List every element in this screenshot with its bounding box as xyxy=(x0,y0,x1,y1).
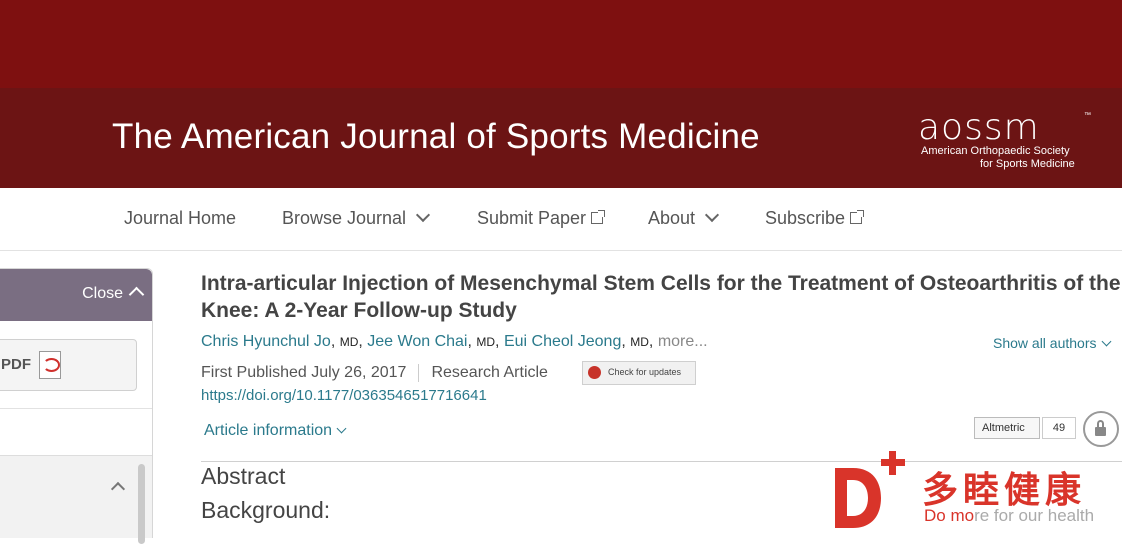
crossmark-icon xyxy=(588,366,601,379)
pdf-label: PDF xyxy=(1,356,31,373)
doi-link[interactable]: https://doi.org/10.1177/0363546517716641 xyxy=(201,387,487,404)
show-all-authors-label: Show all authors xyxy=(993,335,1097,351)
nav-browse-journal[interactable]: Browse Journal xyxy=(282,207,431,229)
sidebar-scrollbar[interactable] xyxy=(138,464,145,544)
author-degree: MD xyxy=(476,335,496,349)
watermark-english-highlight: Do mo xyxy=(924,506,975,525)
publication-meta: First Published July 26, 2017 Research Ar… xyxy=(201,364,548,382)
watermark-d-logo-icon xyxy=(835,468,881,528)
author-separator: , xyxy=(648,333,658,350)
check-for-updates-label: Check for updates xyxy=(608,367,682,377)
altmetric-score[interactable]: 49 xyxy=(1042,417,1076,439)
nav-subscribe-label: Subscribe xyxy=(765,208,846,228)
meta-divider xyxy=(418,364,420,382)
collapse-chevron-up-icon[interactable] xyxy=(110,481,126,497)
nav-about[interactable]: About xyxy=(648,207,720,229)
pdf-download-button[interactable]: PDF xyxy=(0,339,137,391)
chevron-down-icon xyxy=(415,207,431,223)
author-separator: , xyxy=(358,333,368,350)
article-type: Research Article xyxy=(431,364,548,382)
logo-subtitle-line1: American Orthopaedic Society xyxy=(921,145,1070,157)
author-list: Chris Hyunchul Jo, MD, Jee Won Chai, MD,… xyxy=(201,333,708,351)
watermark-plus-icon xyxy=(889,451,896,475)
author-link[interactable]: Eui Cheol Jeong xyxy=(504,333,621,350)
check-for-updates-button[interactable]: Check for updates xyxy=(582,361,696,385)
more-authors-link[interactable]: more... xyxy=(658,333,708,350)
chevron-up-icon xyxy=(128,286,145,303)
first-published: First Published July 26, 2017 xyxy=(201,364,407,382)
abstract-heading: Abstract xyxy=(201,463,286,489)
sidebar-section xyxy=(0,455,152,544)
author-degree: MD xyxy=(630,335,649,349)
close-label: Close xyxy=(82,285,123,302)
external-link-icon xyxy=(591,210,606,224)
chevron-down-icon xyxy=(336,423,347,434)
chevron-down-icon xyxy=(1101,336,1111,347)
nav-browse-journal-label: Browse Journal xyxy=(282,208,407,228)
watermark-english-text: Do more for our health xyxy=(924,506,1094,526)
nav-journal-home[interactable]: Journal Home xyxy=(124,208,236,229)
nav-submit-paper[interactable]: Submit Paper xyxy=(477,208,606,229)
main-nav: Journal Home Browse Journal Submit Paper… xyxy=(0,188,1122,251)
altmetric-label: Altmetric xyxy=(982,422,1025,434)
article-information-toggle[interactable]: Article information xyxy=(204,422,347,440)
author-link[interactable]: Jee Won Chai xyxy=(367,333,467,350)
altmetric-badge[interactable]: Altmetric xyxy=(974,417,1040,439)
lock-icon[interactable] xyxy=(1083,411,1119,447)
lock-body xyxy=(1095,427,1106,436)
watermark-english-rest: re for our health xyxy=(974,506,1095,525)
top-bar xyxy=(0,0,1122,88)
logo-wordmark: aossm xyxy=(918,107,1040,148)
journal-title[interactable]: The American Journal of Sports Medicine xyxy=(112,117,760,157)
logo-trademark: ™ xyxy=(1084,112,1091,119)
close-sidebar-button[interactable]: Close xyxy=(82,285,145,303)
author-separator: , xyxy=(621,333,631,350)
nav-journal-home-label: Journal Home xyxy=(124,208,237,228)
background-heading: Background: xyxy=(201,497,331,523)
aossm-logo[interactable]: aossm ™ American Orthopaedic Society for… xyxy=(918,108,1098,178)
author-degree: MD xyxy=(339,335,359,349)
article-tools-sidebar: Close PDF xyxy=(0,268,153,544)
article-title: Intra-articular Injection of Mesenchymal… xyxy=(201,272,1121,322)
external-link-icon xyxy=(850,210,865,224)
sidebar-divider xyxy=(0,408,152,409)
nav-about-label: About xyxy=(648,208,696,228)
logo-subtitle-line2: for Sports Medicine xyxy=(980,158,1075,170)
author-link[interactable]: Chris Hyunchul Jo xyxy=(201,333,331,350)
sidebar-header: Close xyxy=(0,269,152,321)
nav-submit-paper-label: Submit Paper xyxy=(477,208,587,228)
author-separator: , xyxy=(330,333,340,350)
author-separator: , xyxy=(495,333,504,350)
pdf-icon xyxy=(39,351,61,379)
chevron-down-icon xyxy=(704,207,720,223)
nav-subscribe[interactable]: Subscribe xyxy=(765,208,865,229)
show-all-authors-link[interactable]: Show all authors xyxy=(993,335,1111,351)
article-information-label: Article information xyxy=(204,422,333,439)
